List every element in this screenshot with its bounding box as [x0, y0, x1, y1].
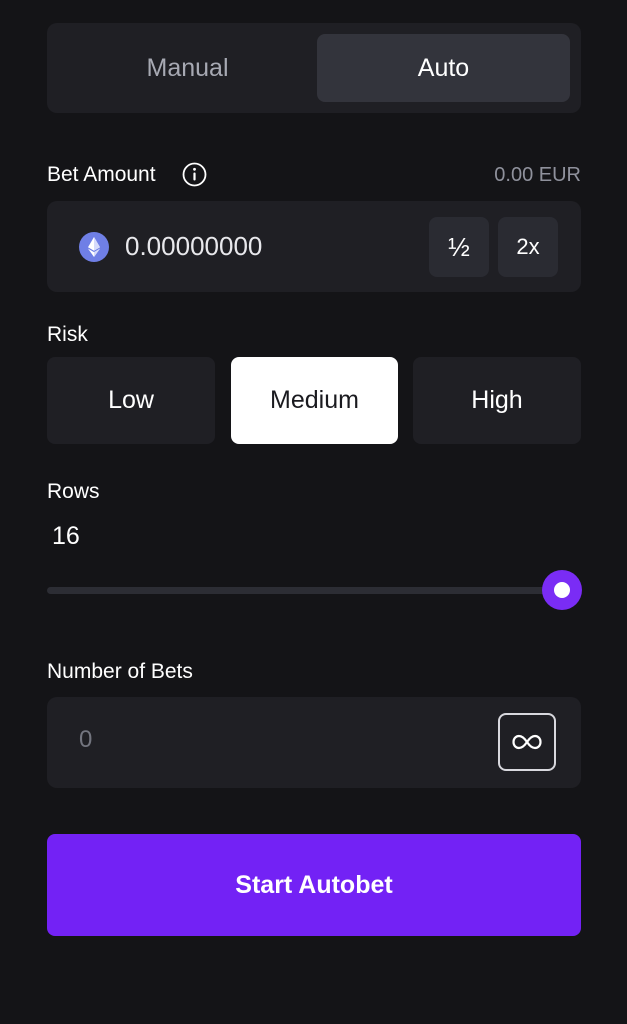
- mode-toggle: Manual Auto: [47, 23, 581, 113]
- double-bet-button[interactable]: 2x: [498, 217, 558, 277]
- bet-amount-value[interactable]: 0.00000000: [125, 231, 262, 262]
- tab-manual[interactable]: Manual: [58, 34, 317, 102]
- number-of-bets-input[interactable]: [77, 725, 481, 755]
- tab-auto[interactable]: Auto: [317, 34, 570, 102]
- rows-slider-thumb[interactable]: [542, 570, 582, 610]
- rows-label: Rows: [47, 480, 100, 503]
- number-of-bets-field: [47, 697, 581, 788]
- risk-label: Risk: [47, 323, 88, 346]
- info-icon[interactable]: [182, 162, 207, 187]
- half-bet-button[interactable]: ½: [429, 217, 489, 277]
- ethereum-icon: [79, 232, 109, 262]
- bet-amount-field[interactable]: 0.00000000 ½ 2x: [47, 201, 581, 292]
- rows-slider-track[interactable]: [47, 587, 562, 594]
- risk-high-button[interactable]: High: [413, 357, 581, 444]
- bet-fiat-value: 0.00 EUR: [494, 164, 581, 186]
- risk-medium-button[interactable]: Medium: [231, 357, 398, 444]
- number-of-bets-label: Number of Bets: [47, 660, 193, 683]
- autobet-panel: Manual Auto Bet Amount 0.00 EUR 0.000000…: [0, 0, 627, 1024]
- infinite-bets-button[interactable]: [498, 713, 556, 771]
- rows-value: 16: [52, 522, 80, 550]
- infinity-icon: [512, 734, 542, 750]
- risk-low-button[interactable]: Low: [47, 357, 215, 444]
- start-autobet-button[interactable]: Start Autobet: [47, 834, 581, 936]
- bet-amount-label: Bet Amount: [47, 163, 156, 186]
